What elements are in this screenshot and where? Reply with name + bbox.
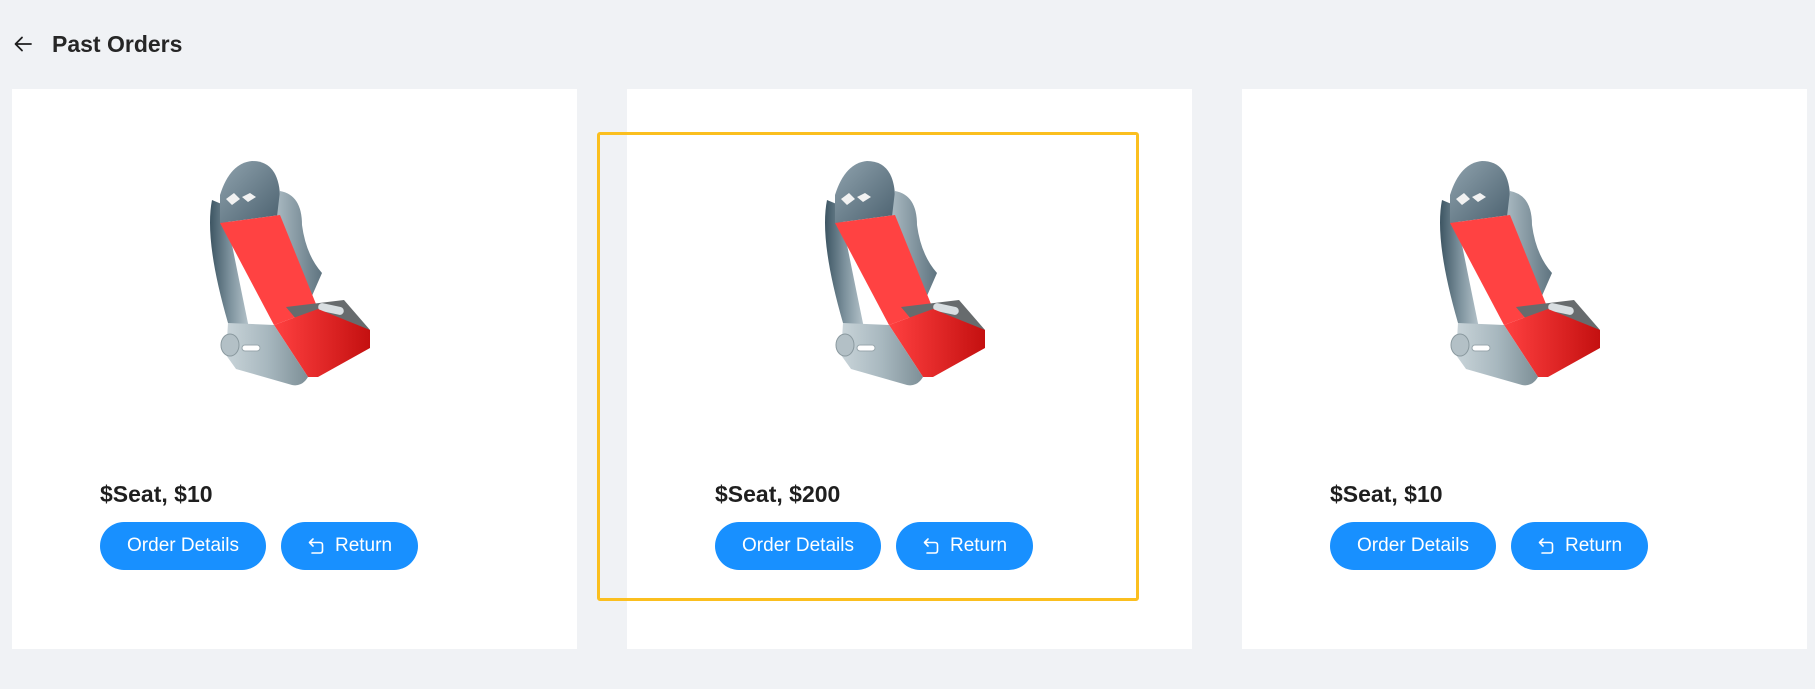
order-details-label: Order Details <box>127 535 239 556</box>
order-card: $Seat, $10 Order Details Return <box>1242 89 1807 649</box>
car-seat-image <box>825 161 985 386</box>
order-actions: Order Details Return <box>715 522 1033 570</box>
order-details-label: Order Details <box>1357 535 1469 556</box>
order-actions: Order Details Return <box>1330 522 1648 570</box>
return-button[interactable]: Return <box>281 522 418 570</box>
return-label: Return <box>1564 535 1623 556</box>
return-icon <box>1538 538 1554 554</box>
return-icon <box>923 538 939 554</box>
page-header: Past Orders <box>10 26 182 62</box>
page-title: Past Orders <box>52 30 183 57</box>
order-details-button[interactable]: Order Details <box>1330 522 1496 570</box>
order-title: $Seat, $200 <box>715 481 841 507</box>
return-button[interactable]: Return <box>896 522 1033 570</box>
order-card: $Seat, $200 Order Details Return <box>627 89 1192 649</box>
orders-list: $Seat, $10 Order Details Return $Seat, $… <box>12 89 1807 649</box>
order-title: $Seat, $10 <box>100 481 213 507</box>
return-button[interactable]: Return <box>1511 522 1648 570</box>
order-details-label: Order Details <box>742 535 854 556</box>
order-card: $Seat, $10 Order Details Return <box>12 89 577 649</box>
car-seat-image <box>1440 161 1600 386</box>
arrow-left-icon <box>14 36 32 52</box>
return-label: Return <box>949 535 1008 556</box>
return-label: Return <box>334 535 393 556</box>
return-icon <box>308 538 324 554</box>
car-seat-image <box>210 161 370 386</box>
order-title: $Seat, $10 <box>1330 481 1443 507</box>
back-button[interactable] <box>10 31 36 57</box>
order-details-button[interactable]: Order Details <box>100 522 266 570</box>
order-details-button[interactable]: Order Details <box>715 522 881 570</box>
order-actions: Order Details Return <box>100 522 418 570</box>
